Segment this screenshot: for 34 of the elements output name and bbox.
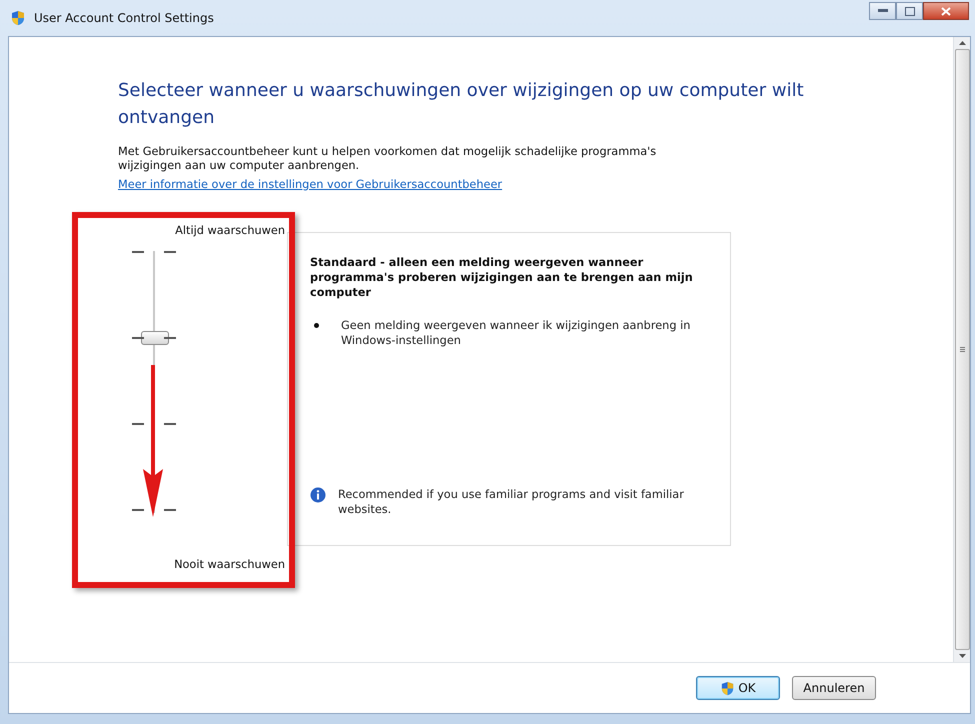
tick-mark (132, 251, 144, 253)
dialog-button[interactable]: OK (696, 676, 780, 700)
scroll-down-icon[interactable] (958, 654, 966, 658)
minimize-button[interactable] (869, 2, 896, 20)
shield-icon (10, 10, 26, 26)
info-link[interactable]: Meer informatie over de instellingen voor Gebruikersaccountbeheer (118, 178, 502, 192)
close-icon (941, 6, 951, 16)
tick-mark (164, 509, 176, 511)
tick-mark (164, 423, 176, 425)
recommendation-text: Recommended if you use familiar programs and visit familiar websites. (338, 487, 685, 517)
tick-mark (164, 251, 176, 253)
tick-mark (132, 423, 144, 425)
close-button[interactable] (923, 2, 969, 20)
slider-label: Nooit waarschuwen (174, 558, 285, 568)
window-title: User Account Control Settings (34, 11, 215, 25)
tick-mark (132, 509, 144, 511)
slider-label: Altijd waarschuwen (175, 224, 285, 237)
minimize-icon (878, 9, 888, 13)
heading: Selecteer wanneer u waarschuwingen over wijzigingen op uw computer wilt ontvangen (118, 79, 805, 130)
bullet-icon (314, 323, 319, 328)
scrollbar[interactable] (953, 37, 970, 662)
shield-icon (720, 680, 736, 696)
setting-title: Standaard - alleen een melding weergeven wanneer programma's proberen wijzigingen aan te brengen aan mijn computer (310, 255, 694, 300)
tick-mark (132, 337, 144, 339)
dialog-button[interactable]: Annuleren (792, 676, 876, 700)
scroll-thumb[interactable] (954, 49, 970, 650)
scroll-up-icon[interactable] (958, 41, 966, 45)
maximize-icon (904, 6, 914, 16)
info-icon (310, 487, 326, 503)
tick-mark (164, 337, 176, 339)
maximize-button[interactable] (896, 2, 923, 20)
bullet-text: Geen melding weergeven wanneer ik wijzigingen aanbreng in Windows-instellingen (341, 318, 692, 348)
intro-text: Met Gebruikersaccountbeheer kunt u helpen voorkomen dat mogelijk schadelijke programma's wijzigingen aan uw computer aanbrengen. (118, 145, 658, 173)
slider-thumb[interactable] (140, 331, 168, 346)
